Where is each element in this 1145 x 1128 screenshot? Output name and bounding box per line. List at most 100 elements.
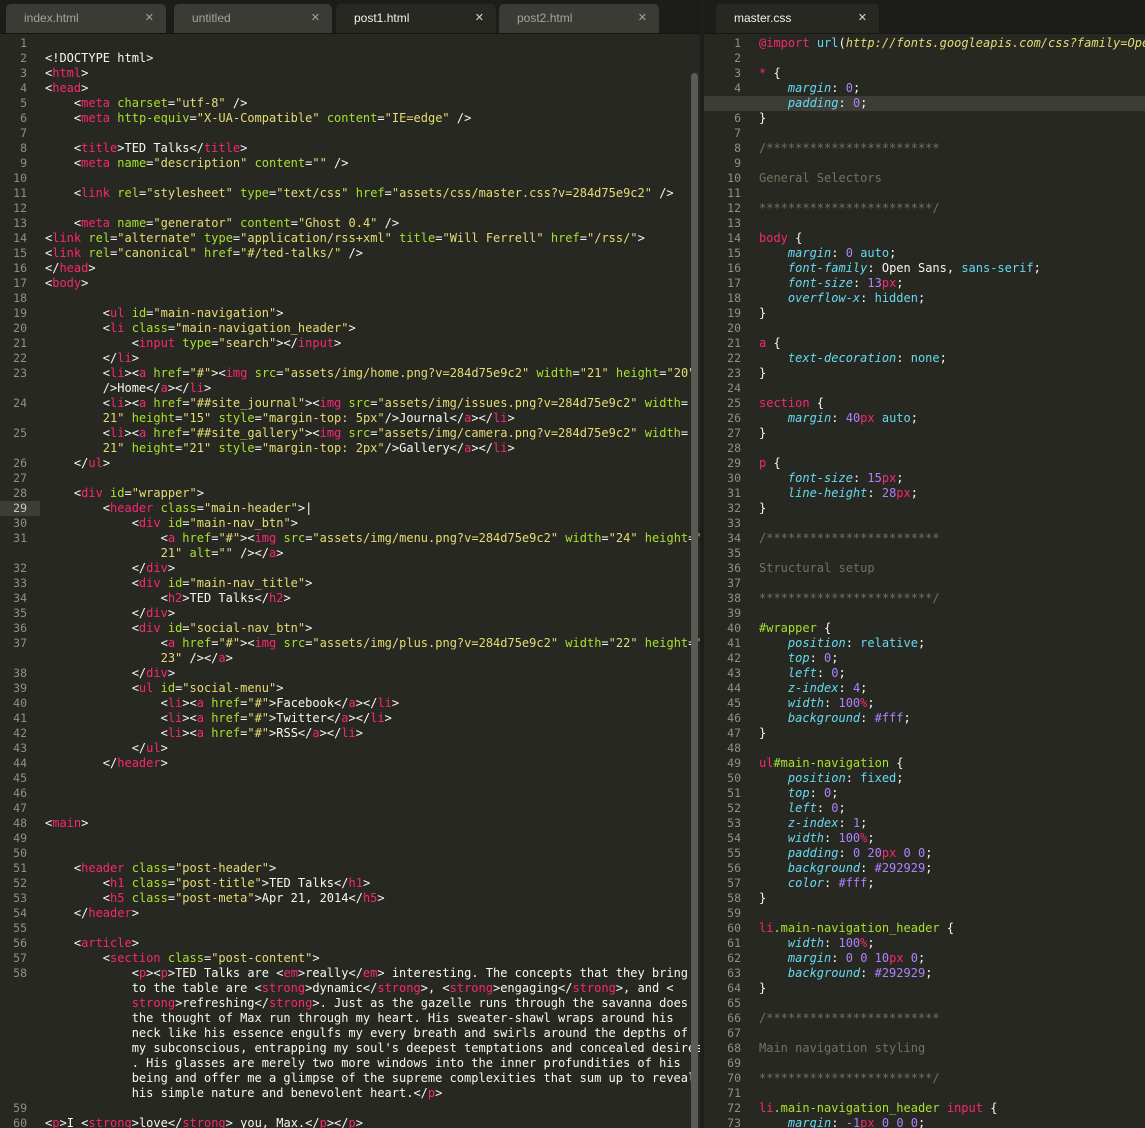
code-line[interactable]: } [759, 306, 766, 321]
code-line[interactable]: <ul id="social-menu"> [45, 681, 284, 696]
code-line[interactable]: } [759, 366, 766, 381]
code-line[interactable]: <li><a href="#">Twitter</a></li> [45, 711, 392, 726]
code-line[interactable]: Structural setup [759, 561, 875, 576]
left-code-area[interactable]: 1 2 3 4 5 6 7 8 9 10 11 12 13 14 15 16 17 18 19 20 21 22 23 24 2… [0, 33, 700, 1128]
code-line[interactable]: top: 0; [759, 651, 839, 666]
code-line[interactable]: Main navigation styling [759, 1041, 925, 1056]
left-code-lines[interactable]: <!DOCTYPE html> <html> <head> <meta charse… [0, 33, 700, 1128]
code-line[interactable]: <main> [45, 816, 88, 831]
right-code-area[interactable]: 1234567891011121314151617181920212223242… [704, 33, 1145, 1128]
close-icon[interactable]: ✕ [311, 4, 320, 32]
code-line[interactable]: color: #fff; [759, 876, 875, 891]
code-line[interactable]: background: #292929; [759, 966, 933, 981]
code-line[interactable]: ************************/ [759, 591, 940, 606]
code-line[interactable]: } [759, 891, 766, 906]
code-line[interactable]: /************************ [759, 531, 940, 546]
code-line[interactable]: <input type="search"></input> [45, 336, 342, 351]
code-line[interactable]: position: fixed; [759, 771, 904, 786]
code-line[interactable]: 21" alt="" /></a> [45, 546, 284, 561]
code-line[interactable]: being and offer me a glimpse of the supr… [45, 1071, 696, 1086]
code-line[interactable]: <li><a href="##site_gallery"><img src="a… [45, 426, 688, 441]
code-line[interactable]: ul#main-navigation { [759, 756, 904, 771]
code-line[interactable]: <meta name="generator" content="Ghost 0.… [45, 216, 399, 231]
code-line[interactable]: background: #fff; [759, 711, 911, 726]
code-line[interactable]: General Selectors [759, 171, 882, 186]
code-line[interactable]: width: 100%; [759, 936, 875, 951]
code-line[interactable]: } [759, 111, 766, 126]
right-code-lines[interactable]: @import url(http://fonts.googleapis.com/… [704, 33, 1145, 1128]
code-line[interactable]: a { [759, 336, 781, 351]
code-line[interactable]: <link rel="alternate" type="application/… [45, 231, 645, 246]
code-line[interactable]: <li><a href="##site_journal"><img src="a… [45, 396, 688, 411]
code-line[interactable]: <meta name="description" content="" /> [45, 156, 349, 171]
close-icon[interactable]: ✕ [475, 4, 484, 32]
code-line[interactable]: <div id="main-nav_btn"> [45, 516, 298, 531]
code-line[interactable]: line-height: 28px; [759, 486, 918, 501]
code-line[interactable]: left: 0; [759, 666, 846, 681]
code-line[interactable]: <header class="main-header">| [45, 501, 313, 516]
code-line[interactable]: the thought of Max run through my heart.… [45, 1011, 674, 1026]
code-line[interactable]: } [759, 501, 766, 516]
code-line[interactable]: font-size: 13px; [759, 276, 904, 291]
code-line[interactable]: neck like his essence engulfs my every b… [45, 1026, 688, 1041]
code-line[interactable]: <h1 class="post-title">TED Talks</h1> [45, 876, 370, 891]
code-line[interactable]: <h5 class="post-meta">Apr 21, 2014</h5> [45, 891, 385, 906]
code-line[interactable]: . His glasses are merely two more window… [45, 1056, 681, 1071]
code-line[interactable]: <li><a href="#"><img src="assets/img/hom… [45, 366, 696, 381]
close-icon[interactable]: ✕ [638, 4, 647, 32]
code-line[interactable]: </header> [45, 756, 168, 771]
code-line[interactable]: } [759, 981, 766, 996]
code-line[interactable]: <html> [45, 66, 88, 81]
left-scrollbar[interactable] [691, 73, 698, 1128]
code-line[interactable]: <article> [45, 936, 139, 951]
code-line[interactable]: <div id="wrapper"> [45, 486, 204, 501]
code-line[interactable]: </ul> [45, 456, 110, 471]
code-line[interactable]: <div id="main-nav_title"> [45, 576, 313, 591]
code-line[interactable]: margin: 0 auto; [759, 246, 896, 261]
right-editor-pane[interactable]: master.css ✕ 1234567891011121314151617181… [704, 0, 1145, 1128]
code-line[interactable]: left: 0; [759, 801, 846, 816]
close-icon[interactable]: ✕ [858, 4, 867, 32]
code-line[interactable]: <h2>TED Talks</h2> [45, 591, 291, 606]
tab-master-css[interactable]: master.css ✕ [716, 4, 879, 33]
close-icon[interactable]: ✕ [145, 4, 154, 32]
code-line[interactable]: p { [759, 456, 781, 471]
code-line[interactable]: width: 100%; [759, 831, 875, 846]
code-line[interactable]: <meta charset="utf-8" /> [45, 96, 247, 111]
code-line[interactable]: ************************/ [759, 1071, 940, 1086]
code-line[interactable]: my subconscious, entrapping my soul's de… [45, 1041, 700, 1056]
code-line[interactable]: padding: 0 20px 0 0; [759, 846, 933, 861]
code-line[interactable]: <!DOCTYPE html> [45, 51, 153, 66]
code-line[interactable]: />Home</a></li> [45, 381, 211, 396]
tab-untitled[interactable]: untitled ✕ [174, 4, 332, 33]
tab-post2-html[interactable]: post2.html ✕ [499, 4, 659, 33]
code-line[interactable]: <a href="#"><img src="assets/img/plus.pn… [45, 636, 700, 651]
code-line[interactable]: margin: 0; [759, 81, 860, 96]
code-line[interactable]: </li> [45, 351, 139, 366]
code-line[interactable]: </header> [45, 906, 139, 921]
code-line[interactable]: <li><a href="#">Facebook</a></li> [45, 696, 400, 711]
code-line[interactable]: background: #292929; [759, 861, 933, 876]
code-line[interactable]: * { [759, 66, 781, 81]
code-line[interactable]: <meta http-equiv="X-UA-Compatible" conte… [45, 111, 471, 126]
code-line[interactable]: <head> [45, 81, 88, 96]
code-line[interactable]: section { [759, 396, 824, 411]
code-line[interactable]: font-family: Open Sans, sans-serif; [759, 261, 1041, 276]
code-line[interactable]: </ul> [45, 741, 168, 756]
code-line[interactable]: <div id="social-nav_btn"> [45, 621, 313, 636]
code-line[interactable]: margin: -1px 0 0 0; [759, 1116, 925, 1128]
code-line[interactable]: 21" height="15" style="margin-top: 5px"/… [45, 411, 515, 426]
code-line[interactable]: <section class="post-content"> [45, 951, 320, 966]
code-line[interactable]: z-index: 4; [759, 681, 868, 696]
code-line[interactable]: </div> [45, 666, 175, 681]
code-line[interactable]: <link rel="stylesheet" type="text/css" h… [45, 186, 674, 201]
code-line[interactable]: <p><p>TED Talks are <em>really</em> inte… [45, 966, 688, 981]
code-line[interactable]: <header class="post-header"> [45, 861, 276, 876]
code-line[interactable]: <body> [45, 276, 88, 291]
code-line[interactable]: <title>TED Talks</title> [45, 141, 247, 156]
code-line[interactable]: <ul id="main-navigation"> [45, 306, 284, 321]
code-line[interactable]: </div> [45, 606, 175, 621]
code-line[interactable]: @import url(http://fonts.googleapis.com/… [759, 36, 1145, 51]
code-line[interactable]: } [759, 426, 766, 441]
code-line[interactable]: /************************ [759, 1011, 940, 1026]
